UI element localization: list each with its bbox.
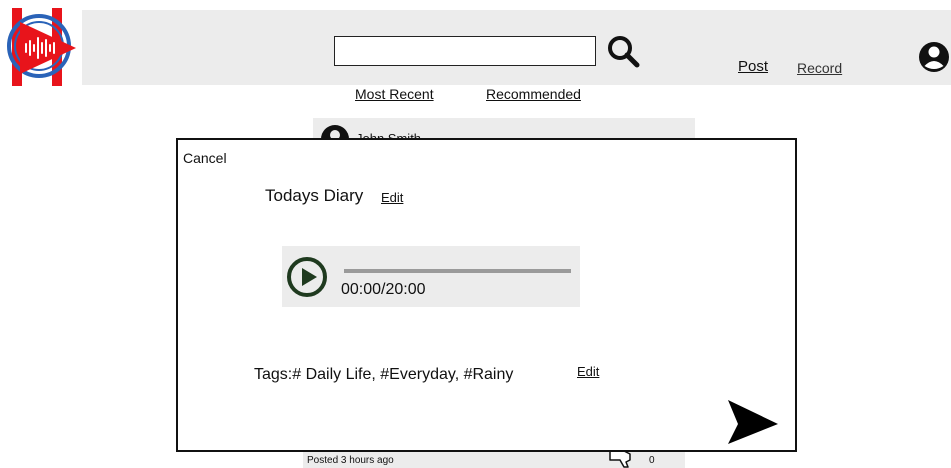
tab-recommended[interactable]: Recommended <box>486 86 581 102</box>
progress-bar[interactable] <box>344 269 571 273</box>
edit-title-link[interactable]: Edit <box>381 190 403 205</box>
page: Post Record Most Recent Recommended John… <box>0 0 951 468</box>
search-input[interactable] <box>334 36 596 66</box>
feed-posted-time: Posted 3 hours ago <box>307 455 394 466</box>
record-link[interactable]: Record <box>797 60 842 76</box>
tab-most-recent[interactable]: Most Recent <box>355 86 434 102</box>
audio-player: 00:00/20:00 <box>282 246 580 307</box>
send-icon[interactable] <box>724 398 780 446</box>
search-icon[interactable] <box>606 34 640 68</box>
post-link[interactable]: Post <box>738 58 768 75</box>
play-icon[interactable] <box>286 256 328 298</box>
edit-tags-link[interactable]: Edit <box>577 364 599 379</box>
time-readout: 00:00/20:00 <box>341 281 426 298</box>
user-icon[interactable] <box>918 40 950 74</box>
dislike-count: 0 <box>649 455 655 466</box>
post-diary-modal: Cancel Todays Diary Edit 00:00/20:00 Tag… <box>176 138 797 452</box>
app-logo[interactable] <box>4 8 80 86</box>
tags-text: Tags:# Daily Life, #Everyday, #Rainy <box>254 366 514 383</box>
diary-title: Todays Diary <box>265 186 364 205</box>
cancel-button[interactable]: Cancel <box>183 150 227 166</box>
